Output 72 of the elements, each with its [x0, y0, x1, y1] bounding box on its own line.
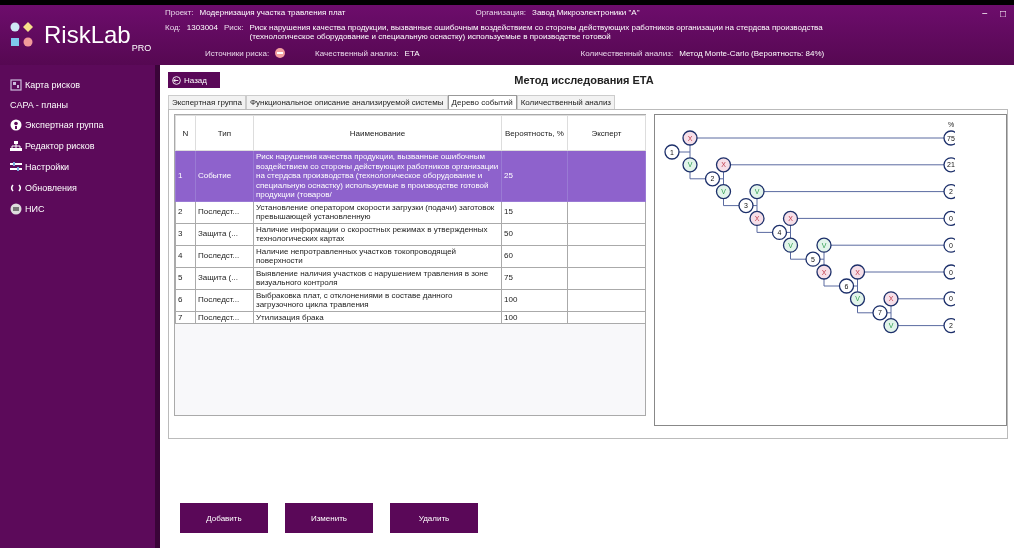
table-cell: Событие [195, 150, 254, 201]
connector-line [756, 224, 773, 233]
risk-code: 1303004 [186, 23, 218, 32]
maximize-button[interactable]: □ [999, 8, 1006, 19]
table-cell: Наличие информации о скоростных режимах в утвержденных технологических картах [253, 223, 502, 245]
connector-line [823, 278, 840, 287]
back-arrow-icon [172, 75, 181, 85]
sidebar-item[interactable]: Настройки [10, 161, 155, 173]
project-name: Модернизация участка травления плат [199, 8, 347, 17]
table-cell: 25 [501, 150, 568, 201]
table-cell: Риск нарушения качества продукции, вызванные ошибочным воздействием со стороны действующих работников организации на стердсва производства (технологическое оборудование и специальную оснастку) используемые в производстве готовой продукции (товаров/ [253, 150, 502, 201]
connector-line [897, 298, 945, 300]
field-label: Риск: [224, 23, 244, 32]
column-header: Тип [195, 115, 254, 151]
field-label: Код: [165, 23, 181, 32]
sidebar-icon [10, 203, 22, 215]
table-cell: Наличие непротравленных участков токопроводящей поверхности [253, 245, 502, 267]
tab[interactable]: Экспертная группа [168, 95, 246, 109]
organization-name: Завод Микроэлектроники "А" [532, 8, 640, 17]
minimize-button[interactable]: − [982, 8, 988, 19]
sidebar-icon [10, 119, 22, 131]
page-title: Метод исследования ETA [513, 74, 655, 86]
action-button[interactable]: Добавить [180, 503, 268, 533]
table-cell: 2 [175, 201, 196, 223]
sidebar-item[interactable]: Редактор рисков [10, 140, 155, 152]
column-header: Вероятность, % [501, 115, 568, 151]
table-cell: 1 [175, 150, 196, 201]
sidebar-item[interactable]: Экспертная группа [10, 119, 155, 131]
connector-line [678, 144, 691, 159]
field-label: Источники риска: [205, 48, 270, 58]
quantitative-method: Метод Monte-Carlo (Вероятность: 84%) [679, 48, 825, 58]
tab[interactable]: Дерево событий [447, 95, 517, 109]
connector-line [752, 198, 758, 212]
connector-line [897, 325, 945, 327]
table-cell: 4 [175, 245, 196, 267]
connector-line [853, 278, 858, 293]
connector-line [857, 305, 874, 314]
column-header: Эксперт [567, 115, 646, 151]
back-button[interactable]: Назад [168, 72, 220, 88]
connector-line [886, 305, 892, 320]
sidebar-icon [10, 182, 22, 194]
field-label: Проект: [165, 8, 194, 17]
action-button[interactable]: Удалить [390, 503, 478, 533]
sidebar-icon [10, 140, 22, 152]
connector-line [689, 171, 706, 180]
field-label: Организация: [475, 8, 527, 17]
connector-line [723, 198, 740, 207]
field-label: Количественный анализ: [580, 48, 674, 58]
table-cell: 3 [175, 223, 196, 245]
sidebar-icon [10, 161, 22, 173]
minus-circle-icon [275, 48, 286, 58]
column-header: Наименование [253, 115, 502, 151]
table-cell: Выбраковка плат, с отклонениями в составе данного загрузочного цикла травления [253, 289, 502, 311]
qualitative-method: ETA [404, 48, 421, 58]
column-header: N [175, 115, 196, 151]
sidebar-item[interactable]: Обновления [10, 182, 155, 194]
field-label: Качественный анализ: [315, 48, 399, 58]
tab[interactable]: Количественный анализ [516, 95, 615, 109]
sidebar-item[interactable]: Карта рисков [10, 79, 155, 91]
tab[interactable]: Функциональное описание анализируемой системы [245, 95, 448, 109]
table-cell: 5 [175, 267, 196, 289]
risk-description: Риск нарушения качества продукции, вызванные ошибочным воздействием со стороны действующих работников организации на стердсва производства (технологическое оборудование и специальную оснастку) используемые в производстве готовой [249, 23, 824, 41]
connector-line [790, 251, 807, 260]
table-cell: Выявление наличия участков с нарушением травления в зоне визуального контроля [253, 267, 502, 289]
sidebar-item[interactable]: НИС [10, 203, 155, 215]
table-cell: 6 [175, 289, 196, 311]
sidebar-item[interactable]: CAPA - планы [10, 100, 155, 110]
table-cell: Установление оператором скорости загрузки (подачи) заготовок превышающей установленную [253, 201, 502, 223]
action-button[interactable]: Изменить [285, 503, 373, 533]
sidebar-icon [10, 79, 22, 91]
logo-icon [10, 22, 36, 48]
connector-line [819, 251, 825, 266]
